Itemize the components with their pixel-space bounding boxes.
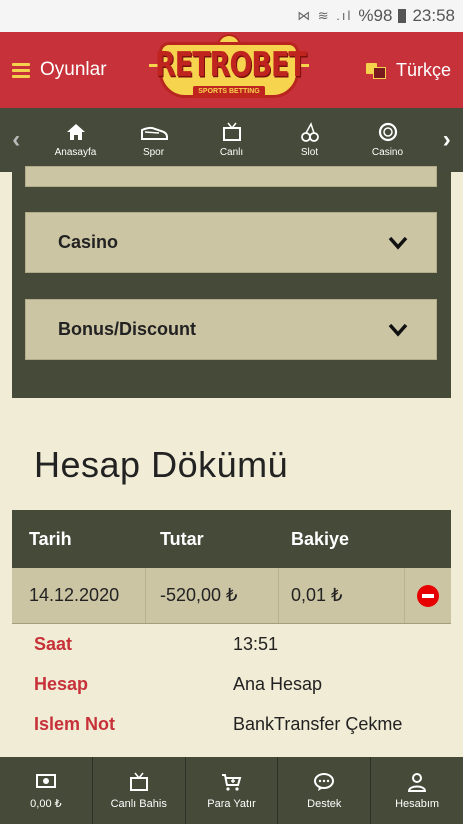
filter-panel: Casino Bonus/Discount [12,166,451,398]
chevron-down-icon [388,236,408,250]
site-logo[interactable]: RETROBET SPORTS BETTING [149,34,309,106]
bottom-nav: 0,00 ₺ Canlı Bahis Para Yatır Destek Hes… [0,757,463,824]
detail-row: Hesap Ana Hesap [12,664,451,704]
detail-value: BankTransfer Çekme [233,713,403,734]
accordion-label: Casino [58,232,119,252]
detail-row: Saat 13:51 [12,624,451,664]
detail-row: Islem Not BankTransfer Çekme [12,704,451,744]
nav-next-arrow-icon[interactable]: › [431,126,463,154]
row-details: Saat 13:51 Hesap Ana Hesap Islem Not Ban… [12,624,451,744]
accordion-item-top[interactable] [25,166,437,187]
nav-label: Canlı [219,147,244,158]
balance-label: 0,00 ₺ [30,798,62,810]
nav-prev-arrow-icon[interactable]: ‹ [0,126,33,154]
detail-key: Hesap [34,673,89,694]
status-bar: ⋈ ≋ .ıl %98 23:58 [0,0,463,32]
nav-label: Anasayfa [54,147,97,158]
accordion-item-casino[interactable]: Casino [25,212,437,273]
nav-label: Casino [371,147,404,158]
nav-label: Spor [142,147,165,158]
category-nav: ‹ Anasayfa Spor Canlı Slot Casino › [0,108,463,172]
bottom-item-live-betting[interactable]: Canlı Bahis [93,757,186,824]
games-menu-button[interactable]: Oyunlar [12,59,107,81]
bottom-label: Destek [307,797,342,810]
bottom-item-support[interactable]: Destek [278,757,372,824]
header: Oyunlar Türkçe RETROBET SPORTS BETTING [0,32,463,108]
language-selector[interactable]: Türkçe [365,59,451,81]
shoe-icon [140,126,168,140]
language-label: Türkçe [395,59,451,80]
accordion-item-bonus[interactable]: Bonus/Discount [25,299,437,360]
nav-item-home[interactable]: Anasayfa [37,122,115,158]
user-icon [408,772,427,792]
tv-icon [129,772,148,791]
detail-key: Saat [34,633,73,654]
bottom-item-balance[interactable]: 0,00 ₺ [0,757,93,824]
cell-amount: -520,00 ₺ [146,568,279,623]
cart-icon [222,773,242,791]
battery-icon [398,9,407,23]
collapse-row-icon[interactable] [417,584,439,607]
detail-value: Ana Hesap [233,673,323,694]
column-header-amount: Tutar [160,528,204,549]
bottom-label: Hesabım [395,797,440,810]
chip-icon [378,122,397,142]
nav-label: Slot [300,147,319,158]
detail-value: 13:51 [233,633,279,654]
cell-date: 14.12.2020 [12,568,146,623]
table-row[interactable]: 14.12.2020 -520,00 ₺ 0,01 ₺ [12,568,451,624]
accordion-label: Bonus/Discount [58,319,196,339]
games-menu-label: Oyunlar [40,59,107,80]
logo-subtitle: SPORTS BETTING [193,86,265,98]
battery-level: %98 [358,6,393,25]
chat-icon [314,772,335,791]
home-icon [66,124,85,140]
bottom-item-deposit[interactable]: Para Yatır [186,757,279,824]
nav-item-sport[interactable]: Spor [115,122,193,158]
clock: 23:58 [412,6,455,25]
nav-item-live[interactable]: Canlı [193,122,271,158]
table-header: Tarih Tutar Bakiye [12,510,451,568]
cell-balance: 0,01 ₺ [291,585,343,605]
status-icons: ⋈ ≋ .ıl [297,8,353,23]
tv-icon [222,122,241,141]
nav-item-slot[interactable]: Slot [271,122,349,158]
hamburger-icon [12,62,30,78]
translate-icon [365,63,386,79]
detail-key: Islem Not [34,713,116,734]
statement-table: Tarih Tutar Bakiye 14.12.2020 -520,00 ₺ … [12,510,451,744]
logo-text: RETROBET [155,46,307,85]
bottom-item-account[interactable]: Hesabım [371,757,463,824]
bottom-label: Canlı Bahis [110,797,167,810]
column-header-balance: Bakiye [291,528,350,549]
money-icon [35,774,56,788]
column-header-date: Tarih [29,528,72,549]
chevron-down-icon [388,323,408,337]
nav-item-casino[interactable]: Casino [349,122,427,158]
page-title: Hesap Dökümü [34,444,289,485]
cherry-icon [300,122,319,142]
bottom-label: Para Yatır [207,797,256,810]
